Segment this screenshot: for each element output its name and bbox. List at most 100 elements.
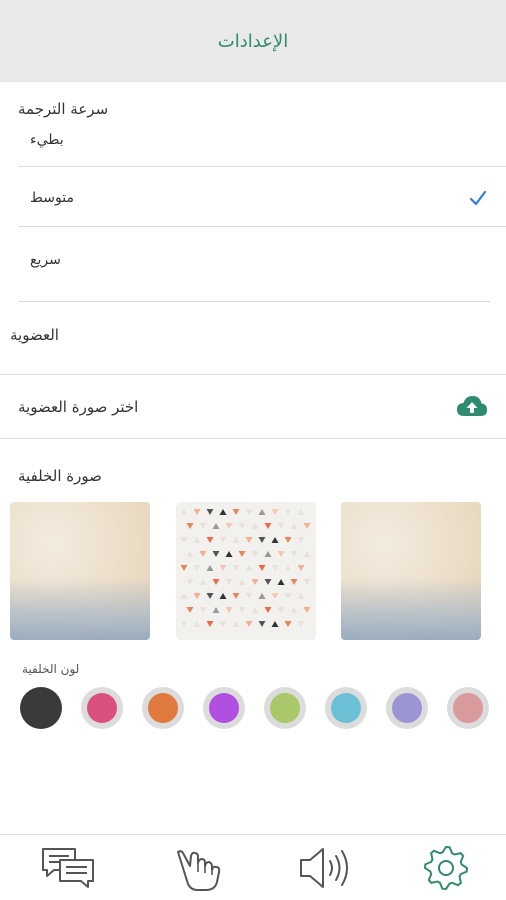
- divider: [0, 438, 506, 439]
- pattern-triangle: [212, 523, 220, 529]
- pattern-triangle: [284, 537, 292, 543]
- swatch-fill: [87, 693, 117, 723]
- pattern-triangle: [206, 509, 214, 515]
- triangle-pattern: [180, 509, 311, 627]
- cloud-upload-icon[interactable]: [456, 394, 488, 420]
- speed-option-label: بطيء: [30, 132, 64, 148]
- pattern-triangle: [258, 593, 266, 599]
- swatch-fill: [209, 693, 239, 723]
- divider: [18, 301, 490, 302]
- pattern-triangle: [271, 509, 279, 515]
- checkmark-icon: [469, 190, 487, 206]
- pattern-triangle: [206, 593, 214, 599]
- swatch-fill: [453, 693, 483, 723]
- pattern-triangle: [193, 565, 201, 571]
- background-thumbnail-watercolor[interactable]: [10, 502, 150, 640]
- speed-option-label: سريع: [30, 252, 61, 268]
- pattern-triangle: [251, 523, 259, 529]
- pattern-triangle: [199, 607, 207, 613]
- color-swatch[interactable]: [203, 687, 245, 729]
- pattern-triangle: [212, 607, 220, 613]
- color-swatch[interactable]: [447, 687, 489, 729]
- pattern-triangle: [180, 509, 188, 515]
- pattern-triangle: [199, 551, 207, 557]
- pattern-triangle: [290, 551, 298, 557]
- speed-option-fast[interactable]: سريع: [0, 228, 506, 300]
- speaker-icon: [300, 848, 348, 888]
- color-swatch[interactable]: [386, 687, 428, 729]
- pattern-triangle: [271, 621, 279, 627]
- pattern-triangle: [206, 621, 214, 627]
- pattern-triangle: [258, 565, 266, 571]
- pattern-triangle: [245, 509, 253, 515]
- pattern-triangle: [219, 593, 227, 599]
- chat-icon: [42, 848, 94, 888]
- choose-avatar-row[interactable]: اختر صورة العضوية: [0, 376, 506, 438]
- gear-outline: [423, 845, 469, 891]
- pattern-triangle: [271, 537, 279, 543]
- sign-hand-icon: [177, 850, 221, 891]
- swatch-fill: [270, 693, 300, 723]
- color-swatch[interactable]: [142, 687, 184, 729]
- choose-avatar-label: اختر صورة العضوية: [18, 398, 139, 416]
- pattern-triangle: [199, 579, 207, 585]
- pattern-triangle: [212, 551, 220, 557]
- pattern-triangle: [277, 579, 285, 585]
- speed-option-label: متوسط: [30, 190, 74, 206]
- pattern-triangle: [290, 579, 298, 585]
- swatch-fill: [392, 693, 422, 723]
- pattern-triangle: [225, 551, 233, 557]
- pattern-triangle: [264, 551, 272, 557]
- settings-screen: الإعدادات سرعة الترجمة بطيء متوسط سريع ا…: [0, 0, 506, 900]
- pattern-triangle: [186, 579, 194, 585]
- background-thumbnail-watercolor[interactable]: [341, 502, 481, 640]
- pattern-triangle: [206, 565, 214, 571]
- header-bar: الإعدادات: [0, 0, 506, 82]
- divider: [18, 166, 506, 167]
- pattern-triangle: [284, 509, 292, 515]
- pattern-triangle: [180, 593, 188, 599]
- pattern-triangle: [245, 537, 253, 543]
- color-swatch[interactable]: [325, 687, 367, 729]
- color-swatch[interactable]: [264, 687, 306, 729]
- page-title: الإعدادات: [217, 30, 289, 52]
- pattern-triangle: [225, 607, 233, 613]
- pattern-triangle: [206, 537, 214, 543]
- pattern-triangle: [219, 565, 227, 571]
- pattern-triangle: [271, 565, 279, 571]
- pattern-triangle: [186, 523, 194, 529]
- nav-sign-button[interactable]: [170, 843, 230, 893]
- pattern-triangle: [219, 621, 227, 627]
- pattern-triangle: [303, 551, 311, 557]
- color-swatch[interactable]: [81, 687, 123, 729]
- nav-sound-button[interactable]: [294, 843, 354, 893]
- pattern-triangle: [186, 551, 194, 557]
- pattern-triangle: [277, 607, 285, 613]
- pattern-triangle: [245, 593, 253, 599]
- pattern-triangle: [303, 523, 311, 529]
- nav-chat-button[interactable]: [38, 843, 98, 893]
- pattern-triangle: [232, 537, 240, 543]
- pattern-triangle: [199, 523, 207, 529]
- pattern-triangle: [297, 621, 305, 627]
- pattern-triangle: [277, 551, 285, 557]
- speed-option-slow[interactable]: بطيء: [0, 128, 506, 168]
- pattern-triangle: [186, 607, 194, 613]
- pattern-triangle: [232, 509, 240, 515]
- pattern-triangle: [251, 551, 259, 557]
- pattern-triangle: [193, 509, 201, 515]
- swatch-fill: [331, 693, 361, 723]
- divider: [0, 374, 506, 375]
- nav-settings-button[interactable]: [416, 843, 476, 893]
- pattern-triangle: [232, 565, 240, 571]
- pattern-triangle: [219, 509, 227, 515]
- speed-option-medium[interactable]: متوسط: [0, 168, 506, 226]
- pattern-triangle: [232, 593, 240, 599]
- membership-label: العضوية: [10, 326, 59, 344]
- pattern-triangle: [245, 565, 253, 571]
- pattern-triangle: [232, 621, 240, 627]
- pattern-triangle: [238, 551, 246, 557]
- pattern-triangle: [290, 607, 298, 613]
- background-thumbnail-pattern[interactable]: [176, 502, 316, 640]
- color-swatch[interactable]: [20, 687, 62, 729]
